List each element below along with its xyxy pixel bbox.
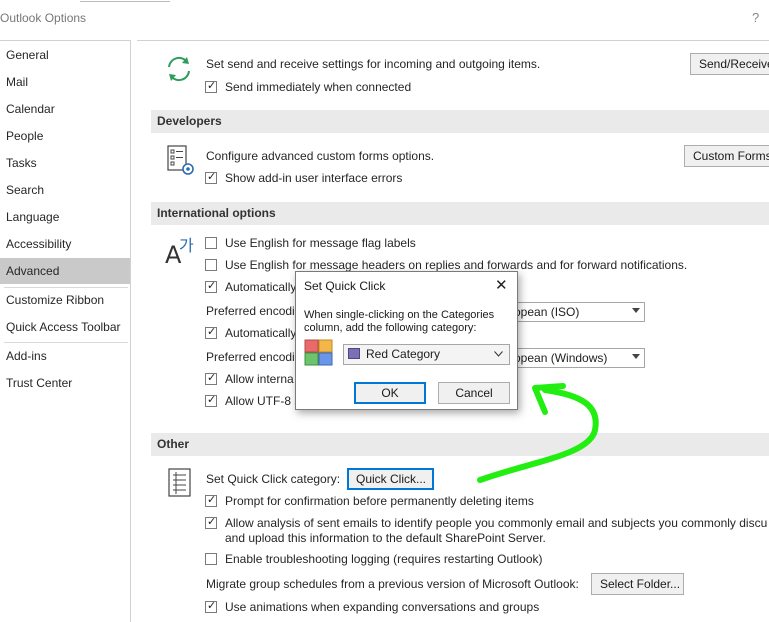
english-headers-checkbox[interactable] bbox=[205, 259, 217, 271]
nav-item-language[interactable]: Language bbox=[0, 204, 130, 230]
svg-text:가: 가 bbox=[179, 236, 194, 255]
nav-item-add-ins[interactable]: Add-ins bbox=[0, 343, 130, 369]
quick-click-label: Set Quick Click category: bbox=[206, 472, 341, 486]
animations-label: Use animations when expanding conversati… bbox=[225, 600, 540, 614]
nav-item-calendar[interactable]: Calendar bbox=[0, 96, 130, 122]
sync-icon bbox=[168, 56, 190, 82]
allow-analysis-checkbox[interactable] bbox=[205, 515, 217, 529]
other-header: Other bbox=[151, 433, 769, 456]
send-receive-description: Set send and receive settings for incomi… bbox=[206, 57, 541, 71]
custom-forms-icon bbox=[167, 145, 194, 175]
troubleshooting-label: Enable troubleshooting logging (requires… bbox=[225, 552, 543, 566]
select-folder-button[interactable]: Select Folder... bbox=[591, 573, 684, 595]
animations-checkbox[interactable] bbox=[205, 599, 217, 613]
dialog-message-line2: column, add the following category: bbox=[304, 322, 477, 334]
quick-click-list-icon bbox=[168, 468, 191, 497]
send-receive-button[interactable]: Send/Receive... bbox=[690, 53, 769, 75]
show-addin-errors-label: Show add-in user interface errors bbox=[225, 171, 403, 185]
options-nav: General Mail Calendar People Tasks Searc… bbox=[0, 40, 131, 622]
developers-header: Developers bbox=[151, 110, 769, 133]
color-categories-icon bbox=[304, 339, 333, 366]
english-flag-labels-checkbox[interactable] bbox=[205, 237, 217, 249]
nav-item-quick-access-toolbar[interactable]: Quick Access Toolbar bbox=[0, 314, 130, 340]
allow-analysis-label-line2: and upload this information to the defau… bbox=[225, 531, 546, 545]
allow-analysis-label: Allow analysis of sent emails to identif… bbox=[225, 516, 768, 530]
preferred-encoding-label: Preferred encodi bbox=[206, 304, 295, 318]
nav-item-people[interactable]: People bbox=[0, 123, 130, 149]
auto-encoding-label: Automatically bbox=[225, 280, 297, 294]
nav-item-search[interactable]: Search bbox=[0, 177, 130, 203]
nav-item-tasks[interactable]: Tasks bbox=[0, 150, 130, 176]
auto-select-encoding-label: Automatically bbox=[225, 326, 297, 340]
dialog-message: When single-clicking on the Categories c… bbox=[304, 309, 494, 335]
preferred-encoding-2-value: opean (Windows) bbox=[514, 351, 608, 365]
preferred-encoding-2-label: Preferred encodi bbox=[206, 350, 295, 364]
close-icon[interactable]: ✕ bbox=[495, 276, 508, 294]
set-quick-click-dialog: Set Quick Click ✕ When single-clicking o… bbox=[295, 271, 518, 410]
prompt-delete-checkbox[interactable] bbox=[205, 493, 217, 507]
international-options-header: International options bbox=[151, 202, 769, 225]
chevron-down-icon bbox=[632, 354, 640, 359]
prompt-delete-label: Prompt for confirmation before permanent… bbox=[225, 494, 534, 508]
dialog-title: Set Quick Click bbox=[304, 279, 386, 293]
custom-forms-button[interactable]: Custom Forms... bbox=[684, 145, 769, 167]
send-immediately-label: Send immediately when connected bbox=[225, 80, 412, 94]
nav-item-general[interactable]: General bbox=[0, 42, 130, 68]
troubleshooting-checkbox[interactable] bbox=[205, 553, 217, 565]
auto-encoding-checkbox[interactable] bbox=[205, 279, 217, 293]
custom-forms-description: Configure advanced custom forms options. bbox=[206, 149, 435, 163]
nav-item-mail[interactable]: Mail bbox=[0, 69, 130, 95]
preferred-encoding-2-dropdown[interactable]: opean (Windows) bbox=[509, 348, 645, 368]
nav-item-accessibility[interactable]: Accessibility bbox=[0, 231, 130, 257]
english-flag-labels-label: Use English for message flag labels bbox=[225, 236, 416, 250]
allow-utf8-label: Allow UTF-8 s bbox=[225, 394, 301, 408]
help-button[interactable]: ? bbox=[752, 10, 759, 25]
nav-item-customize-ribbon[interactable]: Customize Ribbon bbox=[0, 287, 130, 313]
title-bar: Outlook Options ? bbox=[0, 0, 769, 36]
ok-button[interactable]: OK bbox=[354, 382, 426, 404]
category-dropdown[interactable]: Red Category bbox=[343, 344, 510, 365]
allow-international-label: Allow interna bbox=[225, 372, 294, 386]
window-title: Outlook Options bbox=[0, 11, 87, 25]
language-icon: A 가 bbox=[165, 236, 194, 265]
dialog-message-line1: When single-clicking on the Categories bbox=[304, 309, 495, 321]
preferred-encoding-dropdown[interactable]: opean (ISO) bbox=[509, 302, 645, 322]
auto-select-encoding-checkbox[interactable] bbox=[205, 325, 217, 339]
allow-international-checkbox[interactable] bbox=[205, 371, 217, 385]
chevron-down-icon bbox=[494, 351, 503, 357]
send-immediately-checkbox[interactable] bbox=[205, 79, 217, 93]
preferred-encoding-value: opean (ISO) bbox=[514, 305, 580, 319]
show-addin-errors-checkbox[interactable] bbox=[205, 170, 217, 184]
cancel-button[interactable]: Cancel bbox=[438, 382, 510, 404]
allow-utf8-checkbox[interactable] bbox=[205, 393, 217, 407]
category-value: Red Category bbox=[366, 347, 441, 361]
nav-item-trust-center[interactable]: Trust Center bbox=[0, 370, 130, 396]
english-headers-label: Use English for message headers on repli… bbox=[225, 258, 688, 272]
quick-click-button[interactable]: Quick Click... bbox=[347, 468, 434, 490]
background-window-edge bbox=[80, 0, 170, 2]
nav-item-advanced[interactable]: Advanced bbox=[0, 258, 130, 284]
red-category-swatch bbox=[348, 348, 360, 359]
chevron-down-icon bbox=[632, 308, 640, 313]
migrate-label: Migrate group schedules from a previous … bbox=[206, 577, 579, 591]
